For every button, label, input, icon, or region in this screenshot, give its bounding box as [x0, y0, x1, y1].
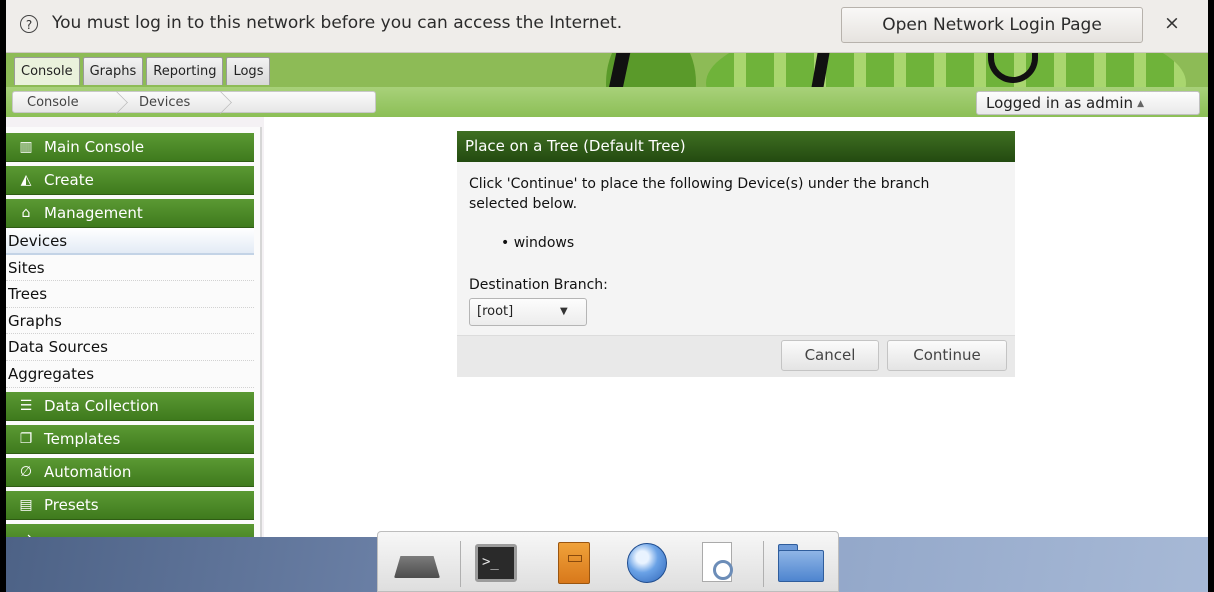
menu-templates[interactable]: ❐ Templates	[6, 424, 254, 454]
archive-icon: ▤	[19, 496, 33, 513]
area-chart-icon: ◭	[20, 172, 32, 188]
user-menu-button[interactable]: Logged in as admin ▲	[976, 91, 1200, 115]
breadcrumb-devices[interactable]: Devices	[139, 95, 190, 110]
destination-branch-value: [root]	[477, 304, 514, 319]
cancel-button[interactable]: Cancel	[781, 340, 879, 371]
device-name: windows	[513, 235, 575, 251]
breadcrumb-bar: Console Devices Logged in as admin ▲	[6, 87, 1208, 117]
menu-presets-label: Presets	[44, 495, 99, 514]
sidebar-item-sites[interactable]: Sites	[6, 255, 254, 282]
tab-console[interactable]: Console	[14, 57, 80, 85]
menu-create-label: Create	[44, 171, 94, 189]
continue-button[interactable]: Continue	[887, 340, 1007, 371]
main-tabs: Console Graphs Reporting Logs	[14, 57, 271, 85]
breadcrumb-separator	[105, 91, 128, 114]
main-content: Place on a Tree (Default Tree) Click 'Co…	[264, 117, 1208, 537]
dialog-title: Place on a Tree (Default Tree)	[457, 131, 1015, 162]
notification-message: You must log in to this network before y…	[52, 13, 623, 33]
device-list-item: • windows	[501, 235, 575, 251]
place-on-tree-dialog: Place on a Tree (Default Tree) Click 'Co…	[457, 131, 1015, 377]
destination-branch-label: Destination Branch:	[469, 277, 608, 293]
menu-data-collection-label: Data Collection	[44, 396, 159, 415]
sidebar-item-devices[interactable]: Devices	[6, 228, 254, 255]
menu-next-cut-off[interactable]: →	[6, 523, 254, 537]
tab-logs[interactable]: Logs	[226, 57, 271, 85]
breadcrumb-separator	[209, 91, 232, 114]
web-browser-icon[interactable]	[624, 542, 670, 584]
clone-icon: ❐	[19, 430, 33, 447]
map-icon: ▥	[19, 139, 33, 155]
destination-branch-select[interactable]: [root] ▼	[469, 298, 587, 326]
captive-portal-notification: ? You must log in to this network before…	[6, 0, 1208, 53]
arrow-right-icon: →	[16, 524, 36, 537]
caret-up-icon: ▲	[1137, 99, 1144, 109]
user-menu-label: Logged in as admin	[986, 94, 1134, 112]
menu-main-console[interactable]: ▥ Main Console	[6, 133, 254, 162]
menu-automation[interactable]: ∅ Automation	[6, 457, 254, 487]
database-icon: ☰	[19, 397, 33, 414]
browser-window: ? You must log in to this network before…	[6, 0, 1208, 592]
drive-icon[interactable]	[394, 542, 440, 584]
open-network-login-button[interactable]: Open Network Login Page	[841, 7, 1143, 43]
menu-automation-label: Automation	[44, 462, 132, 481]
menu-management-label: Management	[44, 204, 143, 222]
menu-main-console-label: Main Console	[44, 138, 145, 156]
dialog-message: Click 'Continue' to place the following …	[469, 176, 930, 212]
home-icon: ⌂	[21, 205, 31, 221]
dock: >_	[377, 531, 839, 592]
tab-graphs[interactable]: Graphs	[82, 57, 144, 85]
sidebar: ▥ Main Console ◭ Create ⌂ Management Dev…	[6, 127, 262, 537]
tab-reporting[interactable]: Reporting	[146, 57, 224, 85]
sidebar-item-data-sources[interactable]: Data Sources	[6, 334, 254, 361]
breadcrumb: Console Devices	[12, 91, 376, 114]
terminal-icon[interactable]: >_	[473, 542, 519, 584]
terminal-glyph: >_	[475, 544, 517, 582]
sidebar-item-graphs[interactable]: Graphs	[6, 308, 254, 335]
document-viewer-icon[interactable]	[696, 542, 742, 584]
dialog-footer: Cancel Continue	[457, 335, 1015, 377]
menu-management[interactable]: ⌂ Management	[6, 199, 254, 228]
chevron-down-icon: ▼	[560, 306, 568, 317]
breadcrumb-console[interactable]: Console	[27, 95, 79, 110]
folder-icon[interactable]	[778, 542, 824, 584]
menu-create[interactable]: ◭ Create	[6, 166, 254, 195]
dock-separator	[460, 541, 461, 587]
menu-data-collection[interactable]: ☰ Data Collection	[6, 391, 254, 421]
file-cabinet-icon[interactable]	[550, 542, 596, 584]
sidebar-item-aggregates[interactable]: Aggregates	[6, 361, 254, 388]
menu-templates-label: Templates	[44, 429, 121, 448]
close-icon[interactable]: ×	[1164, 12, 1180, 34]
empty-set-icon: ∅	[19, 463, 33, 480]
help-circle-icon: ?	[20, 15, 38, 33]
sidebar-item-trees[interactable]: Trees	[6, 281, 254, 308]
dock-separator	[763, 541, 764, 587]
menu-presets[interactable]: ▤ Presets	[6, 490, 254, 520]
app-header: Console Graphs Reporting Logs	[6, 53, 1208, 87]
header-artwork-stripes	[706, 53, 1186, 87]
